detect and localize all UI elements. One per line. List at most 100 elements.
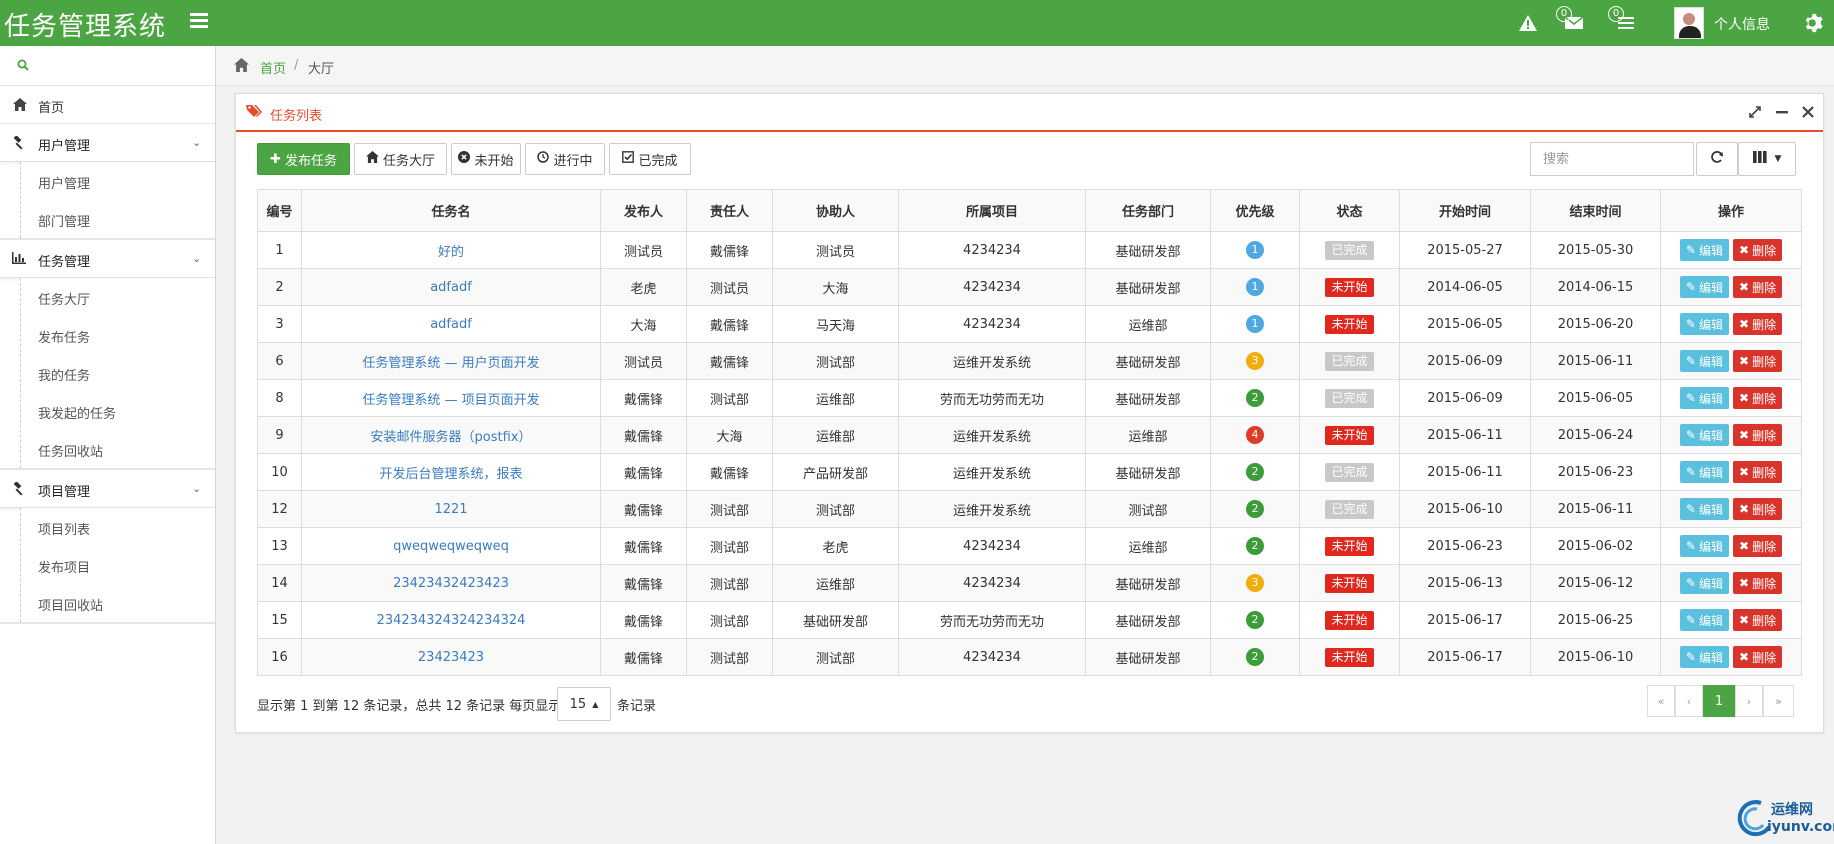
table-cell: 基础研发部 [1085,638,1211,676]
task-name-link[interactable]: 23423432423423 [301,564,601,602]
column-header[interactable]: 协助人 [772,189,899,232]
task-hall-button[interactable]: 任务大厅 [354,143,447,175]
sidebar-item-my-initiated-tasks[interactable]: 我发起的任务 [21,392,215,430]
delete-button[interactable]: ✖ 删除 [1733,387,1783,409]
table-cell: 戴儒锋 [686,305,773,343]
delete-button[interactable]: ✖ 删除 [1733,350,1783,372]
user-profile-link[interactable]: 个人信息 [1714,14,1770,34]
task-name-link[interactable]: 开发后台管理系统，报表 [301,453,601,491]
edit-button[interactable]: ✎ 编辑 [1679,387,1729,409]
filter-not-started-button[interactable]: 未开始 [451,143,521,175]
sidebar-group-task-management[interactable]: 任务管理 ⌄ [0,240,215,278]
sidebar-group-user-management[interactable]: 用户管理 ⌄ [0,124,215,162]
delete-button[interactable]: ✖ 删除 [1733,498,1783,520]
column-header[interactable]: 任务名 [301,189,601,232]
sidebar-item-project-list[interactable]: 项目列表 [21,508,215,546]
delete-button[interactable]: ✖ 删除 [1733,535,1783,557]
close-icon[interactable] [1801,105,1815,119]
breadcrumb-home-link[interactable]: 首页 [260,58,286,77]
priority-badge: 3 [1246,352,1264,370]
delete-button[interactable]: ✖ 删除 [1733,461,1783,483]
task-name-link[interactable]: 1221 [301,490,601,528]
delete-button[interactable]: ✖ 删除 [1733,239,1783,261]
mail-notification-icon[interactable]: 0 [1556,6,1588,36]
task-name-link[interactable]: adfadf [301,268,601,306]
gear-icon[interactable] [1801,10,1827,36]
edit-button[interactable]: ✎ 编辑 [1679,350,1729,372]
filter-in-progress-button[interactable]: 进行中 [525,143,605,175]
column-header[interactable]: 任务部门 [1085,189,1211,232]
delete-button[interactable]: ✖ 删除 [1733,313,1783,335]
column-header[interactable]: 状态 [1299,189,1400,232]
sidebar-search[interactable] [0,46,215,86]
status-cell: 未开始 [1299,305,1400,343]
search-box [1530,142,1694,176]
status-cell: 已完成 [1299,231,1400,269]
delete-button[interactable]: ✖ 删除 [1733,424,1783,446]
page-next-button[interactable]: › [1735,685,1763,717]
sidebar-group-project-management[interactable]: 项目管理 ⌄ [0,470,215,508]
task-name-link[interactable]: 任务管理系统 — 用户页面开发 [301,342,601,380]
edit-button[interactable]: ✎ 编辑 [1679,498,1729,520]
column-header[interactable]: 优先级 [1210,189,1300,232]
delete-button[interactable]: ✖ 删除 [1733,646,1783,668]
table-cell: 测试部 [686,638,773,676]
column-header[interactable]: 责任人 [686,189,773,232]
search-input[interactable] [1531,143,1693,175]
columns-toggle-button[interactable]: ▼ [1738,142,1796,176]
menu-toggle-icon[interactable] [190,13,208,29]
publish-task-button[interactable]: ✚ 发布任务 [257,143,350,175]
column-header[interactable]: 所属项目 [898,189,1086,232]
page-first-button[interactable]: « [1647,685,1675,717]
task-name-link[interactable]: qweqweqweqweq [301,527,601,565]
sidebar-item-department-management[interactable]: 部门管理 [21,200,215,238]
task-name-link[interactable]: 23423423 [301,638,601,676]
edit-label: 编辑 [1698,354,1723,369]
delete-button[interactable]: ✖ 删除 [1733,276,1783,298]
edit-button[interactable]: ✎ 编辑 [1679,276,1729,298]
edit-button[interactable]: ✎ 编辑 [1679,239,1729,261]
task-name-link[interactable]: 234234324324234324 [301,601,601,639]
sidebar-item-my-tasks[interactable]: 我的任务 [21,354,215,392]
edit-button[interactable]: ✎ 编辑 [1679,313,1729,335]
sidebar-item-user-management[interactable]: 用户管理 [21,162,215,200]
edit-button[interactable]: ✎ 编辑 [1679,609,1729,631]
task-name-link[interactable]: 好的 [301,231,601,269]
delete-button[interactable]: ✖ 删除 [1733,572,1783,594]
table-cell: 测试员 [600,342,687,380]
task-name-link[interactable]: 任务管理系统 — 项目页面开发 [301,379,601,417]
edit-button[interactable]: ✎ 编辑 [1679,424,1729,446]
minimize-icon[interactable] [1775,105,1789,119]
refresh-button[interactable] [1696,142,1738,176]
page-size-select[interactable]: 15 ▲ [557,687,611,721]
warning-icon[interactable] [1517,10,1539,36]
expand-icon[interactable] [1748,105,1762,119]
actions-cell: ✎ 编辑 ✖ 删除 [1660,231,1802,269]
sidebar-item-home[interactable]: 首页 [0,86,215,124]
column-header[interactable]: 编号 [257,189,302,232]
edit-button[interactable]: ✎ 编辑 [1679,535,1729,557]
sidebar-item-project-recycle-bin[interactable]: 项目回收站 [21,584,215,622]
column-header: 操作 [1660,189,1802,232]
page-1-button[interactable]: 1 [1703,685,1735,717]
sidebar-item-publish-project[interactable]: 发布项目 [21,546,215,584]
page-last-button[interactable]: » [1763,685,1794,717]
sidebar-item-task-hall[interactable]: 任务大厅 [21,278,215,316]
task-notification-icon[interactable]: 0 [1608,6,1640,36]
task-name-link[interactable]: adfadf [301,305,601,343]
column-header[interactable]: 结束时间 [1530,189,1661,232]
edit-button[interactable]: ✎ 编辑 [1679,646,1729,668]
sidebar-item-publish-task[interactable]: 发布任务 [21,316,215,354]
edit-button[interactable]: ✎ 编辑 [1679,461,1729,483]
pagination-info: 显示第 1 到第 12 条记录，总共 12 条记录 每页显示 [257,699,562,714]
sidebar-item-task-recycle-bin[interactable]: 任务回收站 [21,430,215,468]
task-name-link[interactable]: 安装邮件服务器（postfix） [301,416,601,454]
delete-button[interactable]: ✖ 删除 [1733,609,1783,631]
column-header[interactable]: 发布人 [600,189,687,232]
filter-done-button[interactable]: 已完成 [609,143,691,175]
edit-button[interactable]: ✎ 编辑 [1679,572,1729,594]
column-header[interactable]: 开始时间 [1399,189,1531,232]
user-avatar[interactable] [1674,7,1704,39]
page-prev-button[interactable]: ‹ [1675,685,1703,717]
priority-cell: 3 [1210,564,1300,602]
